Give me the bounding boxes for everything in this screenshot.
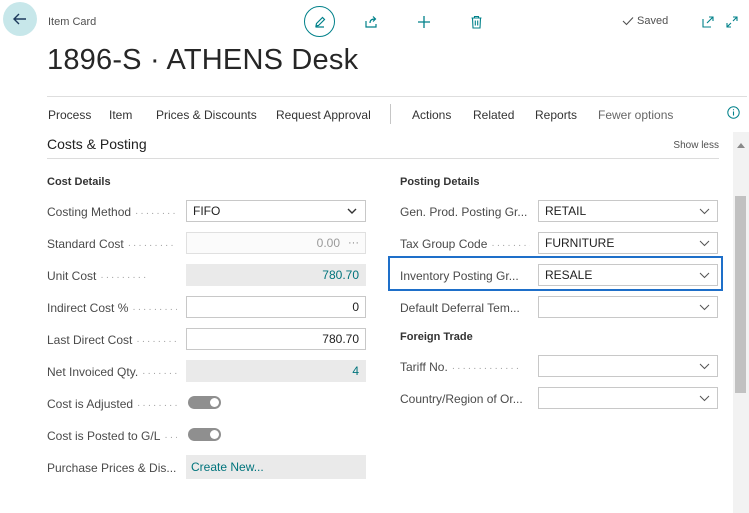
net-invoiced-qty-label: Net Invoiced Qty.·········: [47, 365, 177, 379]
default-deferral-select[interactable]: [538, 296, 718, 318]
inventory-posting-select[interactable]: RESALE: [538, 264, 718, 286]
action-item[interactable]: Item: [109, 108, 132, 122]
action-request-approval[interactable]: Request Approval: [276, 108, 371, 122]
info-icon: [727, 106, 740, 119]
chevron-down-icon: [697, 300, 711, 314]
action-process[interactable]: Process: [48, 108, 91, 122]
caret-up-icon: [737, 143, 745, 148]
inventory-posting-label: Inventory Posting Gr...: [400, 269, 519, 283]
show-less-link[interactable]: Show less: [673, 140, 719, 151]
cost-posted-gl-toggle[interactable]: [188, 428, 221, 441]
new-button[interactable]: [413, 8, 435, 36]
indirect-cost-input[interactable]: 0: [186, 296, 366, 318]
action-prices-discounts[interactable]: Prices & Discounts: [156, 108, 257, 122]
cost-posted-gl-label: Cost is Posted to G/L·········: [47, 429, 177, 443]
cost-adjusted-toggle[interactable]: [188, 396, 221, 409]
action-actions[interactable]: Actions: [412, 108, 451, 122]
chevron-down-icon: [697, 359, 711, 373]
share-icon: [365, 16, 377, 28]
delete-button[interactable]: [465, 8, 487, 36]
last-direct-cost-label: Last Direct Cost·········: [47, 333, 177, 347]
action-reports[interactable]: Reports: [535, 108, 577, 122]
open-new-window-icon: [702, 16, 714, 28]
default-deferral-label: Default Deferral Tem...: [400, 301, 520, 315]
plus-icon: [418, 16, 430, 28]
indirect-cost-label: Indirect Cost % ·········: [47, 301, 177, 315]
chevron-down-icon: [697, 268, 711, 282]
info-button[interactable]: [727, 106, 740, 124]
back-arrow-icon: [13, 13, 26, 25]
back-button[interactable]: [3, 2, 37, 36]
chevron-down-icon: [697, 204, 711, 218]
cost-adjusted-label: Cost is Adjusted·········: [47, 397, 177, 411]
action-fewer-options[interactable]: Fewer options: [598, 108, 673, 122]
unit-cost-field[interactable]: 780.70: [186, 264, 366, 286]
check-icon: [622, 17, 634, 26]
expand-button[interactable]: [723, 8, 741, 36]
standard-cost-label: Standard Cost ·········: [47, 237, 176, 251]
open-new-window-button[interactable]: [699, 8, 717, 36]
country-region-label: Country/Region of Or...: [400, 392, 523, 406]
country-region-select[interactable]: [538, 387, 718, 409]
section-title[interactable]: Costs & Posting: [47, 136, 147, 152]
posting-details-title: Posting Details: [400, 176, 480, 188]
edit-pencil-icon: [314, 16, 325, 28]
share-button[interactable]: [360, 8, 382, 36]
saved-label: Saved: [637, 15, 669, 27]
chevron-down-icon: [697, 236, 711, 250]
scrollbar-thumb[interactable]: [735, 196, 746, 393]
edit-button[interactable]: [304, 6, 335, 37]
tax-group-label: Tax Group Code·········: [400, 237, 530, 251]
action-related[interactable]: Related: [473, 108, 514, 122]
unit-cost-label: Unit Cost ·········: [47, 269, 149, 283]
tariff-no-select[interactable]: [538, 355, 718, 377]
scroll-up-button[interactable]: [737, 135, 745, 153]
costing-method-label: Costing Method·········: [47, 205, 177, 219]
trash-icon: [471, 15, 481, 29]
section-costs-posting: Costs & Posting Show less: [47, 133, 719, 159]
tariff-no-label: Tariff No. ·············: [400, 360, 522, 374]
last-direct-cost-input[interactable]: 780.70: [186, 328, 366, 350]
action-bar: Process Item Prices & Discounts Request …: [47, 96, 747, 132]
purchase-prices-label: Purchase Prices & Dis...·········: [47, 461, 177, 475]
page-label: Item Card: [48, 16, 97, 28]
tax-group-select[interactable]: FURNITURE: [538, 232, 718, 254]
saved-status: Saved: [622, 15, 668, 27]
action-divider: [390, 104, 391, 124]
net-invoiced-qty-field[interactable]: 4: [186, 360, 366, 382]
create-new-link[interactable]: Create New...: [186, 455, 366, 479]
expand-icon: [726, 16, 738, 28]
foreign-trade-title: Foreign Trade: [400, 331, 473, 343]
chevron-down-icon: [345, 204, 359, 218]
standard-cost-field: 0.00 ···: [186, 232, 366, 254]
gen-prod-posting-label: Gen. Prod. Posting Gr...: [400, 205, 528, 219]
gen-prod-posting-select[interactable]: RETAIL: [538, 200, 718, 222]
page-title: 1896-S · ATHENS Desk: [47, 44, 359, 76]
cost-details-title: Cost Details: [47, 176, 111, 188]
more-options-icon: ···: [348, 237, 359, 249]
chevron-down-icon: [697, 391, 711, 405]
costing-method-select[interactable]: FIFO: [186, 200, 366, 222]
